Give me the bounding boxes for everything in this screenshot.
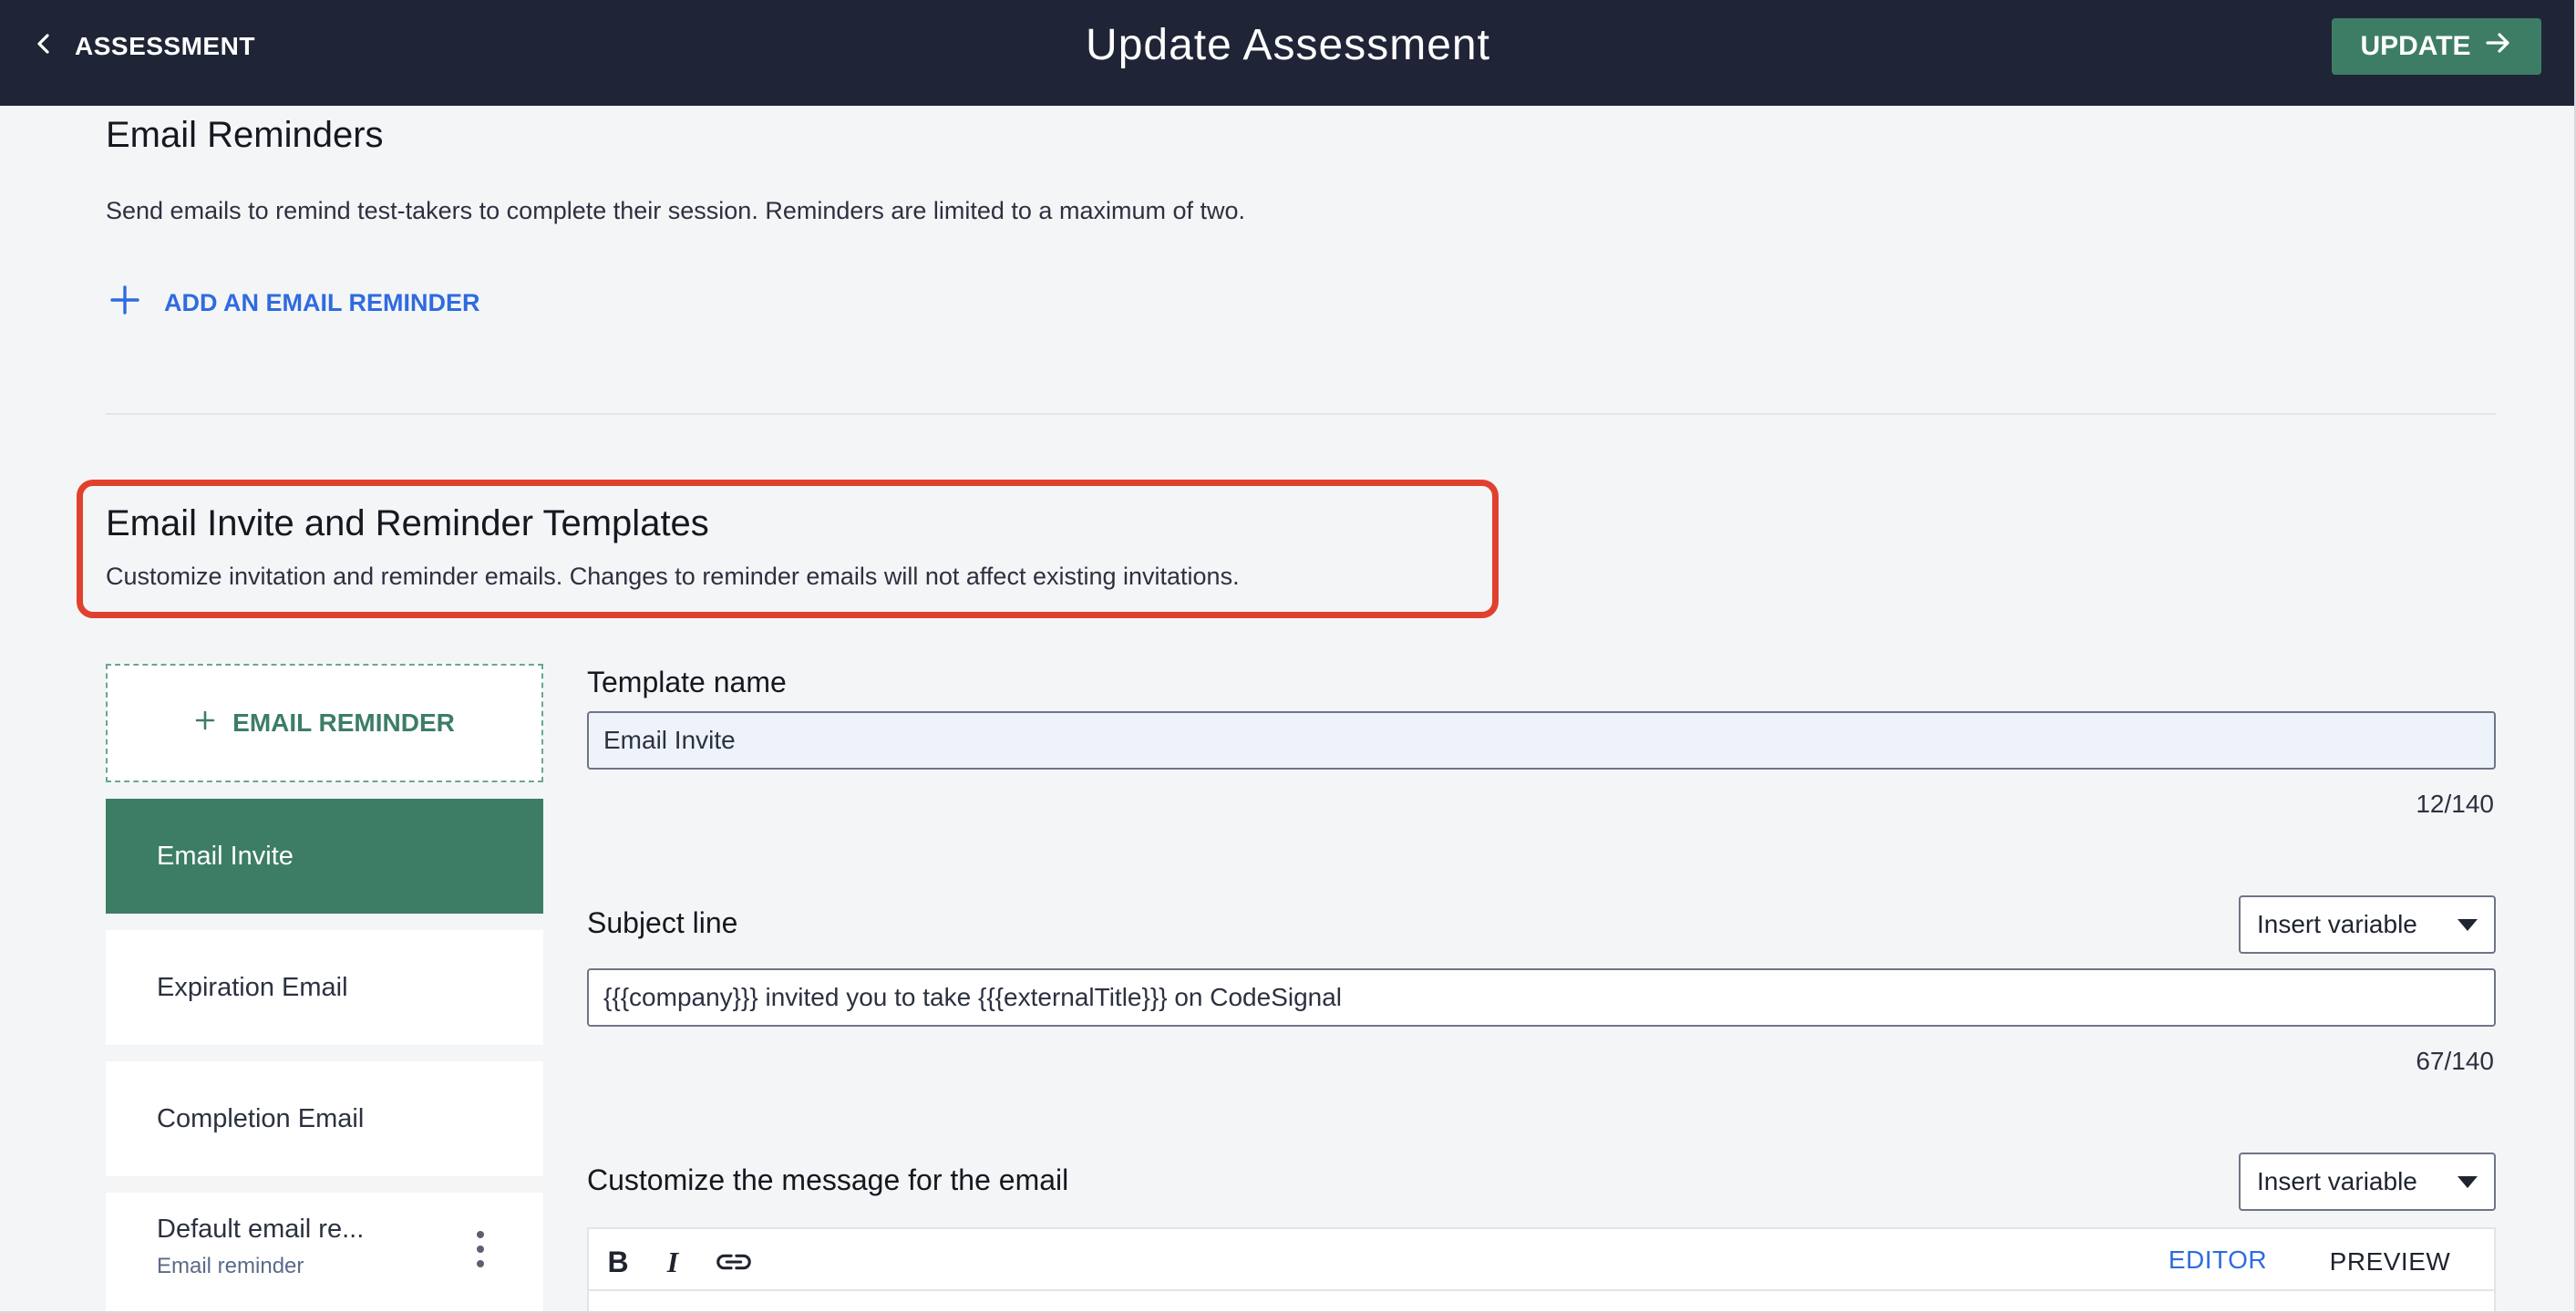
email-reminders-description: Send emails to remind test-takers to com…: [106, 197, 1245, 224]
page-title: Update Assessment: [1086, 21, 1490, 69]
insert-variable-label: Insert variable: [2257, 910, 2417, 938]
tab-editor[interactable]: EDITOR: [2135, 1229, 2301, 1295]
subject-insert-variable-dropdown[interactable]: Insert variable: [2239, 895, 2496, 954]
insert-variable-label: Insert variable: [2257, 1167, 2417, 1195]
template-name-input[interactable]: [587, 711, 2496, 770]
highlight-annotation: [77, 480, 1499, 618]
template-item-default-reminder[interactable]: Default email re... Email reminder: [106, 1193, 543, 1311]
back-label: ASSESSMENT: [75, 32, 255, 60]
update-label: UPDATE: [2360, 31, 2471, 61]
template-item-completion-email[interactable]: Completion Email: [106, 1061, 543, 1176]
template-item-expiration-email[interactable]: Expiration Email: [106, 930, 543, 1045]
top-bar: ASSESSMENT Update Assessment UPDATE: [0, 0, 2574, 106]
template-item-label: Email Invite: [157, 841, 294, 871]
add-email-reminder-link[interactable]: ADD AN EMAIL REMINDER: [109, 283, 480, 323]
caret-down-icon: [2458, 1175, 2478, 1188]
add-template-button[interactable]: EMAIL REMINDER: [106, 664, 543, 782]
link-icon[interactable]: [711, 1244, 757, 1280]
bold-icon[interactable]: B: [600, 1244, 636, 1280]
chevron-left-icon: [33, 32, 55, 61]
add-email-reminder-label: ADD AN EMAIL REMINDER: [164, 288, 480, 316]
subject-line-counter: 67/140: [2416, 1047, 2494, 1075]
plus-icon: [109, 284, 140, 322]
message-insert-variable-dropdown[interactable]: Insert variable: [2239, 1153, 2496, 1211]
app-window: ASSESSMENT Update Assessment UPDATE Emai…: [0, 0, 2576, 1313]
svg-text:I: I: [666, 1246, 680, 1278]
editor-toolbar: B I EDITOR PREVIEW: [587, 1227, 2496, 1295]
template-name-label: Template name: [587, 666, 787, 698]
caret-down-icon: [2458, 918, 2478, 931]
back-link[interactable]: ASSESSMENT: [33, 24, 255, 69]
template-item-label: Default email re...: [157, 1215, 365, 1244]
template-name-counter: 12/140: [2416, 790, 2494, 818]
arrow-right-icon: [2484, 28, 2513, 65]
subject-line-input[interactable]: [587, 968, 2496, 1027]
template-item-label: Completion Email: [157, 1103, 365, 1133]
template-item-email-invite[interactable]: Email Invite: [106, 799, 543, 914]
add-template-label: EMAIL REMINDER: [232, 708, 455, 737]
message-editor-body[interactable]: [587, 1289, 2496, 1311]
email-reminders-title: Email Reminders: [106, 115, 384, 155]
template-item-label: Expiration Email: [157, 972, 348, 1002]
update-button[interactable]: UPDATE: [2332, 18, 2541, 75]
section-divider: [106, 413, 2496, 415]
template-item-sublabel: Email reminder: [157, 1254, 304, 1278]
italic-icon[interactable]: I: [654, 1244, 691, 1280]
more-options-icon[interactable]: [476, 1231, 485, 1267]
svg-text:B: B: [607, 1246, 628, 1278]
tab-preview[interactable]: PREVIEW: [2301, 1229, 2479, 1295]
subject-line-label: Subject line: [587, 906, 738, 939]
message-label: Customize the message for the email: [587, 1163, 1069, 1196]
plus-icon: [194, 708, 216, 738]
